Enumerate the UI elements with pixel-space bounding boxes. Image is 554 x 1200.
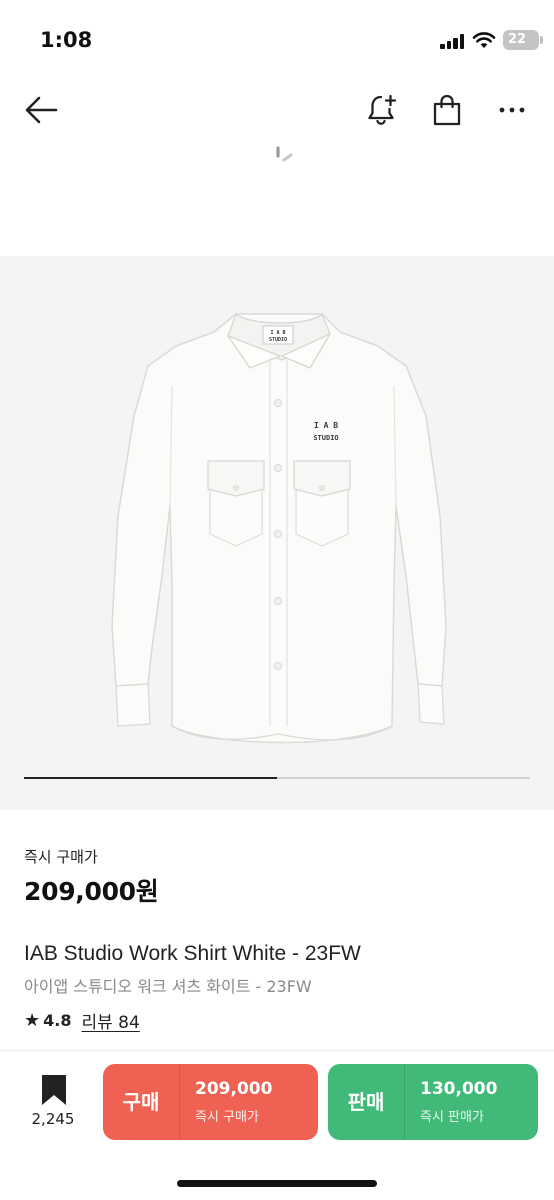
product-subtitle: 아이앱 스튜디오 워크 셔츠 화이트 - 23FW	[24, 977, 312, 996]
bookmark-button[interactable]: 2,245	[22, 1072, 84, 1134]
battery-level: 22	[507, 32, 527, 47]
more-options-button[interactable]	[488, 86, 536, 134]
instant-buy-price-label: 즉시 구매가	[24, 848, 98, 866]
rating-value: 4.8	[43, 1010, 72, 1030]
back-arrow-icon	[25, 96, 58, 124]
review-count-link[interactable]: 리뷰 84	[81, 1008, 139, 1033]
buy-label: 구매	[122, 1090, 160, 1114]
back-button[interactable]	[17, 86, 65, 134]
product-image-carousel[interactable]: I A B STUDIO I A B STUDIO	[0, 256, 554, 810]
cellular-signal-icon	[440, 33, 466, 49]
top-navigation	[0, 80, 554, 140]
wifi-icon	[472, 32, 496, 48]
product-image: I A B STUDIO I A B STUDIO	[111, 313, 447, 744]
shirt-tag-line2: STUDIO	[269, 337, 287, 343]
buy-button[interactable]: 구매 209,000 즉시 구매가	[103, 1064, 318, 1140]
status-bar: 1:08 22	[0, 0, 554, 80]
sell-label: 판매	[347, 1090, 385, 1114]
bookmark-icon	[42, 1075, 66, 1105]
instant-buy-price: 209,000원	[24, 877, 159, 906]
battery-icon: 22	[503, 30, 543, 50]
bookmark-count: 2,245	[31, 1110, 75, 1128]
status-time: 1:08	[40, 28, 93, 52]
star-icon: ★	[24, 1009, 41, 1031]
add-alert-button[interactable]	[358, 86, 406, 134]
shopping-bag-icon	[433, 94, 461, 126]
gallery-progress-fill	[24, 777, 277, 779]
bell-plus-icon	[368, 94, 397, 125]
shirt-logo-line2: STUDIO	[313, 434, 338, 442]
buy-separator	[179, 1064, 180, 1140]
product-title: IAB Studio Work Shirt White - 23FW	[24, 942, 361, 965]
sell-separator	[404, 1064, 405, 1140]
loading-spinner-icon	[276, 146, 293, 162]
gallery-progress-track	[24, 777, 530, 779]
shirt-tag-line1: I A B	[270, 330, 285, 336]
rating-row: ★ 4.8 리뷰 84	[24, 1008, 140, 1033]
sell-price: 130,000	[420, 1079, 498, 1099]
buy-subtitle: 즉시 구매가	[195, 1110, 259, 1125]
buy-price: 209,000	[195, 1079, 273, 1099]
shirt-logo-line1: I A B	[314, 421, 338, 430]
bottom-bar-divider	[0, 1050, 554, 1051]
sell-button[interactable]: 판매 130,000 즉시 판매가	[328, 1064, 538, 1140]
sell-subtitle: 즉시 판매가	[420, 1110, 484, 1125]
shopping-bag-button[interactable]	[423, 86, 471, 134]
more-horizontal-icon	[499, 107, 525, 113]
home-indicator	[177, 1180, 377, 1187]
